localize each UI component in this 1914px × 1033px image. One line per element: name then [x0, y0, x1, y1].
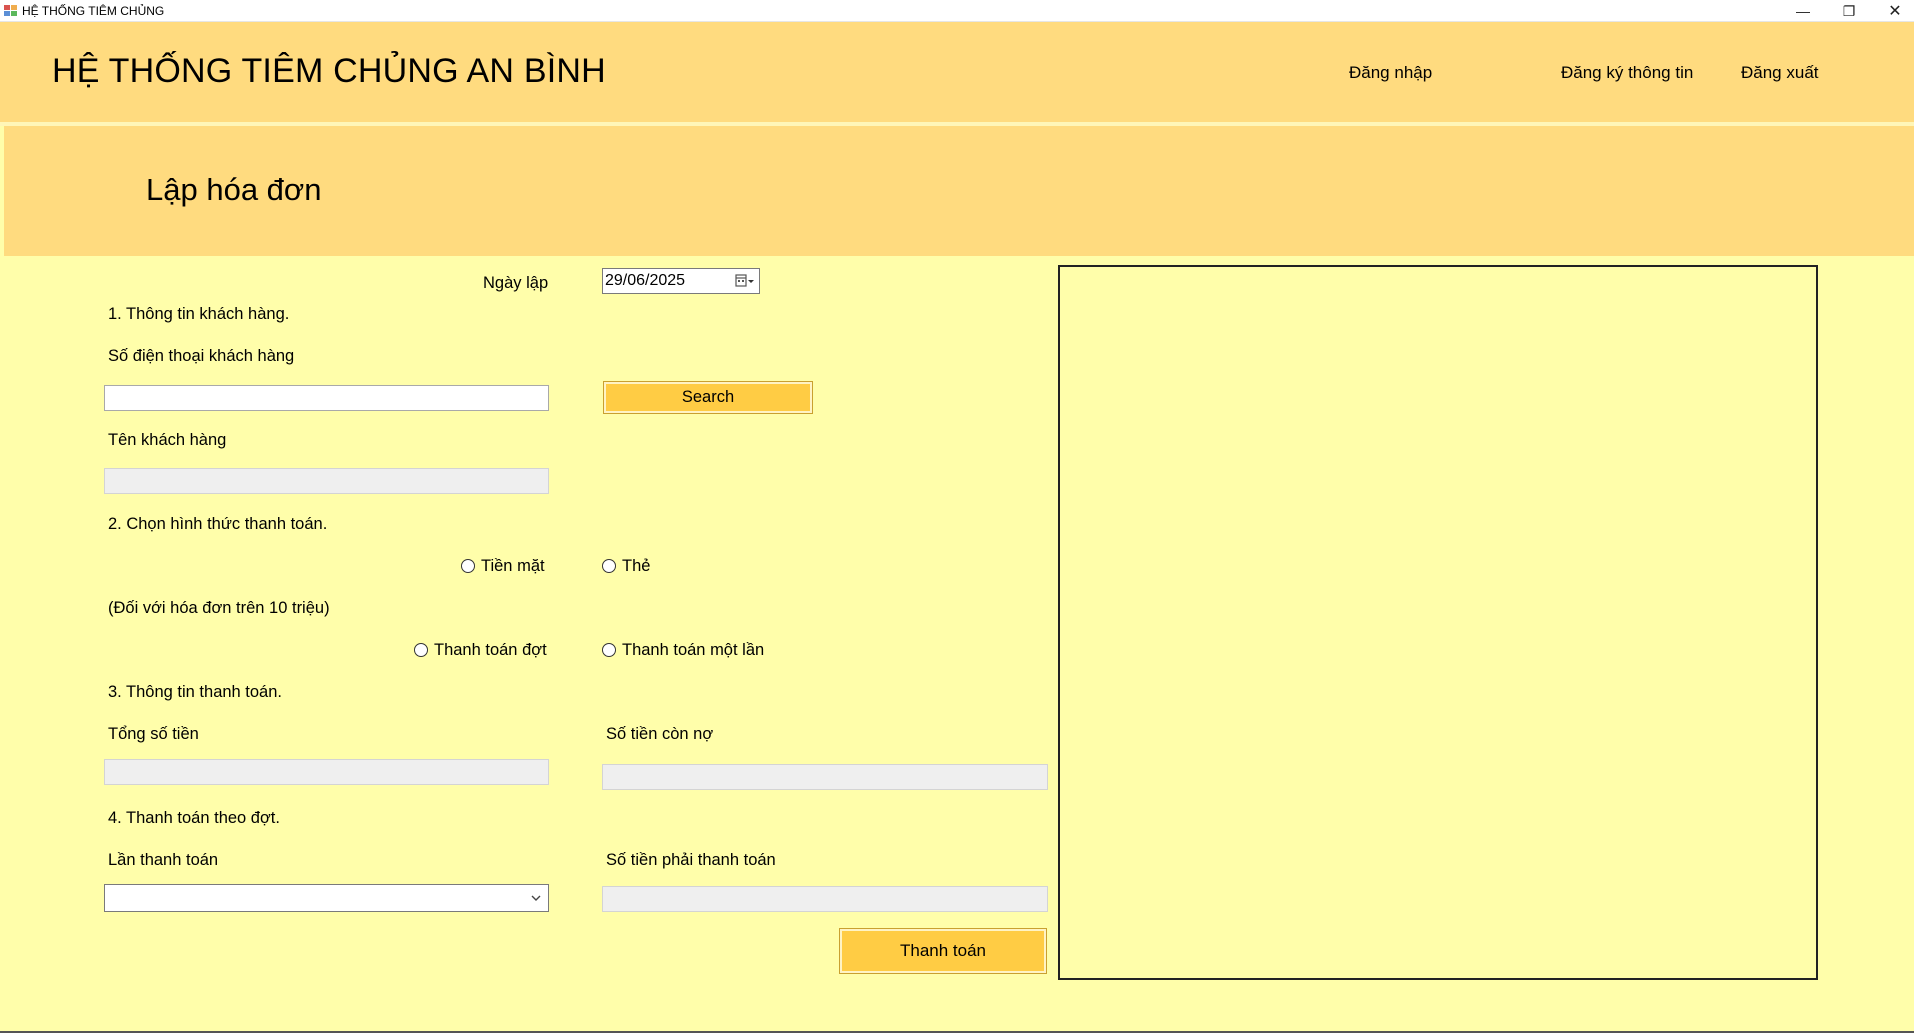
minimize-button[interactable]: — [1780, 0, 1826, 22]
phone-label: Số điện thoại khách hàng [108, 347, 295, 365]
section-installment: 4. Thanh toán theo đợt. [108, 809, 280, 827]
total-label: Tổng số tiền [108, 725, 199, 743]
card-radio[interactable] [602, 559, 616, 573]
nav-logout-link[interactable]: Đăng xuất [1741, 63, 1819, 83]
date-value: 29/06/2025 [605, 272, 686, 289]
date-picker[interactable]: 29/06/2025 [602, 268, 760, 294]
invoice-preview-panel [1058, 265, 1818, 980]
calendar-dropdown-icon[interactable] [735, 274, 755, 288]
over-limit-note: (Đối với hóa đơn trên 10 triệu) [108, 599, 330, 617]
nav-register-link[interactable]: Đăng ký thông tin [1561, 63, 1693, 83]
nav-login-link[interactable]: Đăng nhập [1349, 63, 1432, 83]
total-field[interactable] [104, 759, 549, 785]
installment-number-label: Lần thanh toán [108, 851, 219, 869]
cash-radio[interactable] [461, 559, 475, 573]
chevron-down-icon[interactable] [530, 891, 542, 905]
pay-button[interactable]: Thanh toán [839, 928, 1047, 974]
customer-name-field[interactable] [104, 468, 549, 494]
customer-name-label: Tên khách hàng [108, 431, 227, 449]
search-button[interactable]: Search [603, 381, 813, 414]
section-payment-method: 2. Chọn hình thức thanh toán. [108, 515, 328, 533]
single-payment-radio[interactable] [602, 643, 616, 657]
app-title: HỆ THỐNG TIÊM CHỦNG AN BÌNH [52, 52, 606, 90]
section-payment-info: 3. Thông tin thanh toán. [108, 683, 282, 701]
installment-number-select[interactable] [104, 884, 549, 912]
debt-label: Số tiền còn nợ [606, 725, 714, 743]
amount-due-field[interactable] [602, 886, 1048, 912]
page-title: Lập hóa đơn [146, 172, 322, 207]
amount-due-label: Số tiền phải thanh toán [606, 851, 776, 869]
app-icon [4, 5, 17, 16]
window-titlebar: HỆ THỐNG TIÊM CHỦNG — ❐ ✕ [0, 0, 1914, 22]
phone-input[interactable] [104, 385, 549, 411]
section-customer-info: 1. Thông tin khách hàng. [108, 305, 290, 323]
installment-radio[interactable] [414, 643, 428, 657]
date-label: Ngày lập [483, 274, 549, 292]
installment-radio-label[interactable]: Thanh toán đợt [434, 641, 547, 660]
restore-button[interactable]: ❐ [1826, 0, 1872, 22]
cash-radio-label[interactable]: Tiền mặt [481, 557, 545, 576]
close-button[interactable]: ✕ [1872, 0, 1914, 22]
debt-field[interactable] [602, 764, 1048, 790]
window-title: HỆ THỐNG TIÊM CHỦNG [22, 4, 165, 18]
single-payment-radio-label[interactable]: Thanh toán một lần [622, 641, 764, 660]
card-radio-label[interactable]: Thẻ [622, 557, 650, 576]
